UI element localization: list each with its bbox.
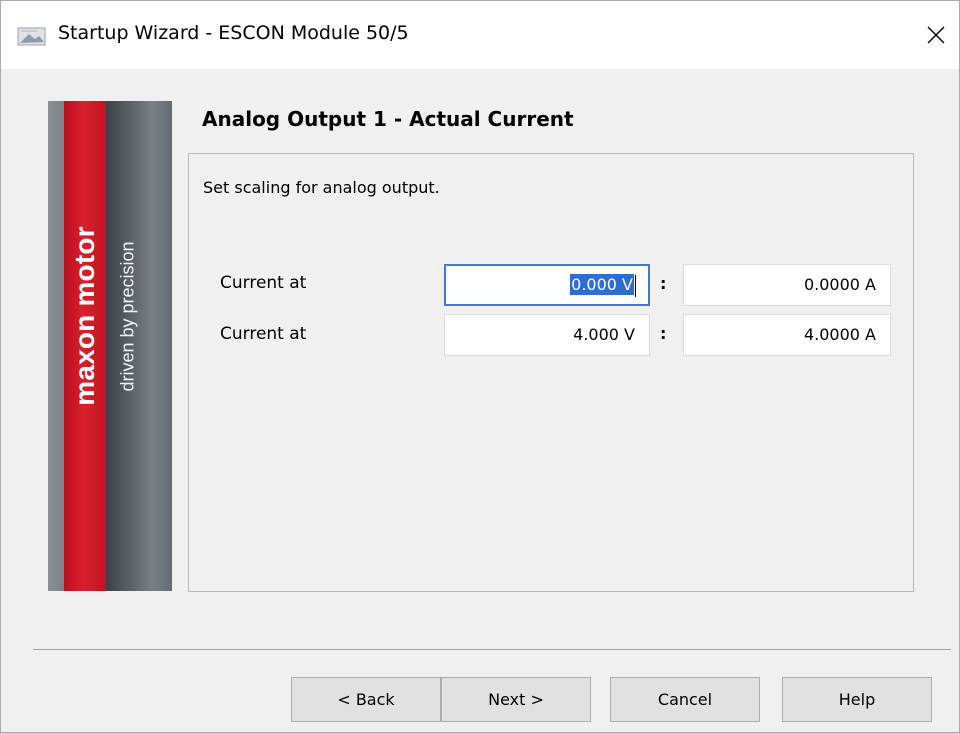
row-2-current-input[interactable]: 4.0000 A [683, 314, 891, 356]
instruction-text: Set scaling for analog output. [203, 178, 440, 197]
row-1-voltage-input[interactable]: 0.000 V [444, 264, 650, 306]
row-2-voltage-input[interactable]: 4.000 V [444, 314, 650, 356]
tagline-text: driven by precision [117, 240, 138, 392]
page-title: Analog Output 1 - Actual Current [202, 107, 574, 131]
row-1-current-input[interactable]: 0.0000 A [683, 264, 891, 306]
row-2-separator: : [660, 324, 667, 343]
help-button[interactable]: Help [782, 677, 932, 722]
window-title: Startup Wizard - ESCON Module 50/5 [58, 22, 409, 44]
row-1-separator: : [660, 274, 667, 293]
content-panel [188, 153, 914, 592]
back-button[interactable]: < Back [291, 677, 441, 722]
text-caret [635, 274, 636, 297]
row-2-label: Current at [220, 324, 307, 344]
row-1-voltage-selection: 0.000 V [570, 274, 634, 295]
row-1-label: Current at [220, 273, 307, 293]
brand-tagline: driven by precision [106, 201, 150, 431]
brand-logo: maxon motor [64, 201, 106, 431]
app-icon [17, 27, 46, 46]
wizard-window: Startup Wizard - ESCON Module 50/5 maxon… [0, 0, 960, 733]
cancel-button[interactable]: Cancel [610, 677, 760, 722]
close-button[interactable] [913, 15, 959, 55]
brand-text: maxon motor [69, 226, 100, 406]
title-bar[interactable]: Startup Wizard - ESCON Module 50/5 [1, 1, 959, 69]
maxon-banner: maxon motor driven by precision [48, 101, 172, 591]
close-icon [927, 26, 945, 44]
footer-divider [33, 649, 951, 650]
next-button[interactable]: Next > [441, 677, 591, 722]
